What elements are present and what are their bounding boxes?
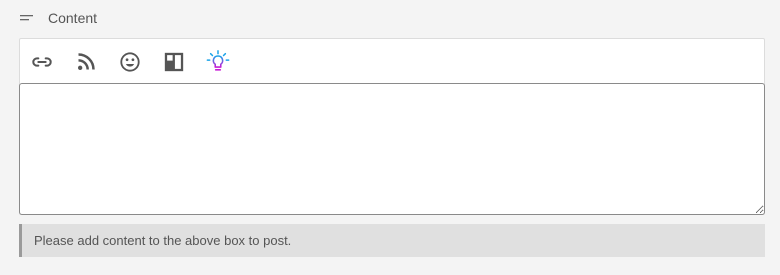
rss-button[interactable] [74,50,98,74]
editor-toolbar [20,39,764,84]
content-textarea[interactable] [19,83,765,215]
editor-card [19,38,765,215]
menu-lines-icon [20,13,34,23]
section-header: Content [20,8,97,28]
lightbulb-icon [206,49,230,71]
emoji-button[interactable] [118,50,142,74]
layout-icon [164,52,184,71]
layout-button[interactable] [162,50,186,74]
section-title: Content [48,10,98,26]
content-required-notice: Please add content to the above box to p… [19,224,765,257]
rss-icon [78,52,95,70]
link-button[interactable] [30,50,54,74]
notice-text: Please add content to the above box to p… [34,233,292,248]
smiley-icon [120,51,140,72]
link-icon [32,56,52,67]
ai-idea-button[interactable] [206,49,230,74]
